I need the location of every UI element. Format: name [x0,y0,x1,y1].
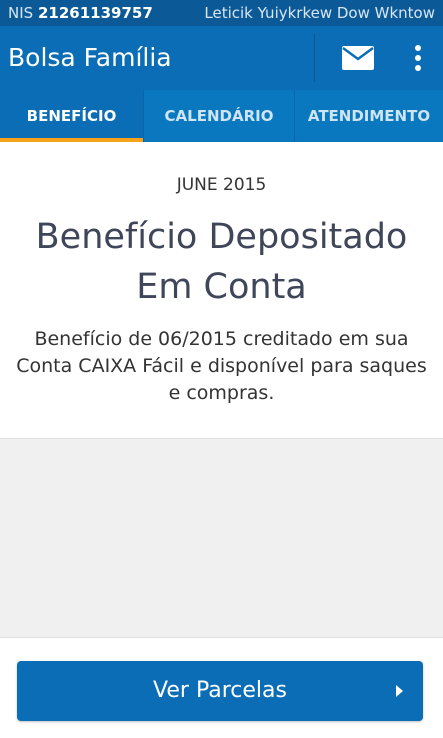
chevron-right-icon [396,685,403,697]
more-vert-icon [415,45,421,71]
empty-area [0,438,443,638]
tab-beneficio[interactable]: BENEFÍCIO [0,90,143,142]
benefit-panel: JUNE 2015 Benefício Depositado Em Conta … [0,142,443,438]
footer: Ver Parcelas [0,638,443,738]
ver-parcelas-button[interactable]: Ver Parcelas [17,661,423,721]
user-name: Leticik Yuiykrkew Dow Wkntow [204,4,435,22]
app-bar-divider [314,34,315,82]
benefit-status: Benefício Depositado Em Conta [20,212,423,312]
nis-info: NIS 21261139757 [8,0,153,26]
mail-icon [342,46,374,70]
app-title: Bolsa Família [8,43,172,72]
nis-label: NIS [8,4,34,22]
tab-calendario[interactable]: CALENDÁRIO [143,90,294,142]
mail-button[interactable] [338,42,378,74]
nis-number: 21261139757 [37,4,153,22]
more-options-button[interactable] [400,40,436,76]
tab-bar: BENEFÍCIO CALENDÁRIO ATENDIMENTO [0,90,443,142]
status-bar: NIS 21261139757 Leticik Yuiykrkew Dow Wk… [0,0,443,26]
benefit-status-line2: Em Conta [136,267,307,307]
benefit-month: JUNE 2015 [176,175,267,195]
ver-parcelas-label: Ver Parcelas [153,678,287,703]
app-bar: Bolsa Família [0,26,443,90]
tab-atendimento[interactable]: ATENDIMENTO [294,90,443,142]
benefit-description: Benefício de 06/2015 creditado em sua Co… [16,328,427,404]
benefit-status-line1: Benefício Depositado [35,217,408,257]
